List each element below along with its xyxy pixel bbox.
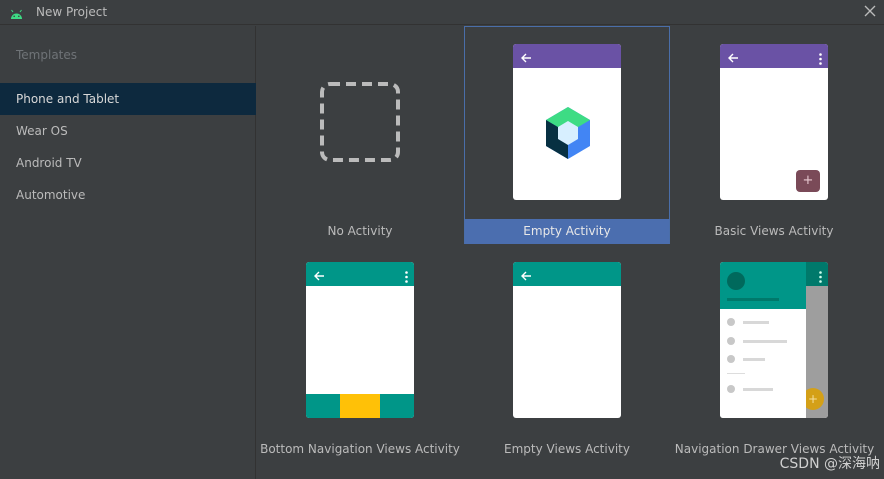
drawer-item — [727, 354, 797, 364]
template-no-activity[interactable]: No Activity — [257, 26, 463, 244]
more-vert-icon — [819, 50, 822, 65]
watermark: CSDN @深海呐 — [779, 456, 880, 472]
more-vert-icon — [405, 268, 408, 283]
back-arrow-icon — [313, 267, 325, 281]
template-bottom-navigation-views-activity[interactable]: Bottom Navigation Views Activity — [257, 244, 463, 479]
sidebar-item-android-tv[interactable]: Android TV — [0, 147, 256, 179]
template-label: Bottom Navigation Views Activity — [260, 442, 460, 456]
phone-preview — [306, 262, 414, 418]
template-label: No Activity — [327, 224, 393, 238]
app-bar — [306, 262, 414, 286]
compose-logo-icon — [542, 105, 594, 165]
more-vert-icon — [819, 268, 822, 283]
app-bar — [513, 262, 621, 286]
sidebar-heading: Templates — [16, 48, 78, 62]
sidebar-item-phone-and-tablet[interactable]: Phone and Tablet — [0, 83, 256, 115]
drawer-item — [727, 317, 797, 327]
drawer-header-line — [727, 298, 779, 301]
phone-preview — [513, 44, 621, 200]
bottom-nav-active-item — [340, 394, 380, 418]
template-empty-views-activity[interactable]: Empty Views Activity — [464, 244, 670, 479]
back-arrow-icon — [727, 49, 739, 63]
bottom-navigation-bar — [306, 394, 414, 418]
phone-preview: + — [720, 44, 828, 200]
avatar — [727, 272, 745, 290]
template-label: Empty Activity — [465, 219, 669, 244]
template-basic-views-activity[interactable]: + Basic Views Activity — [671, 26, 877, 244]
fab-add-icon: + — [796, 170, 820, 192]
template-navigation-drawer-views-activity[interactable]: + Navigation Drawer Views Activity — [671, 244, 884, 479]
close-icon[interactable] — [862, 3, 878, 19]
back-arrow-icon — [520, 267, 532, 281]
drawer-item — [727, 336, 797, 346]
templates-sidebar: Templates Phone and Tablet Wear OS Andro… — [0, 26, 256, 479]
back-arrow-icon — [520, 49, 532, 63]
app-bar — [513, 44, 621, 68]
empty-template-icon — [320, 82, 400, 166]
drawer-header — [720, 262, 806, 309]
navigation-drawer — [720, 262, 806, 418]
drawer-divider — [727, 373, 745, 374]
template-label: Empty Views Activity — [504, 442, 630, 456]
sidebar-item-automotive[interactable]: Automotive — [0, 179, 256, 211]
template-label: Basic Views Activity — [714, 224, 834, 238]
template-empty-activity[interactable]: Empty Activity — [464, 26, 670, 244]
window-title: New Project — [36, 5, 108, 19]
phone-preview — [513, 262, 621, 418]
templates-grid: No Activity Empty Activity + Basic Views… — [257, 26, 884, 479]
app-bar — [720, 44, 828, 68]
title-bar: New Project — [0, 0, 884, 25]
sidebar-item-wear-os[interactable]: Wear OS — [0, 115, 256, 147]
phone-preview: + — [720, 262, 828, 418]
android-icon — [10, 6, 23, 19]
drawer-item — [727, 384, 797, 394]
